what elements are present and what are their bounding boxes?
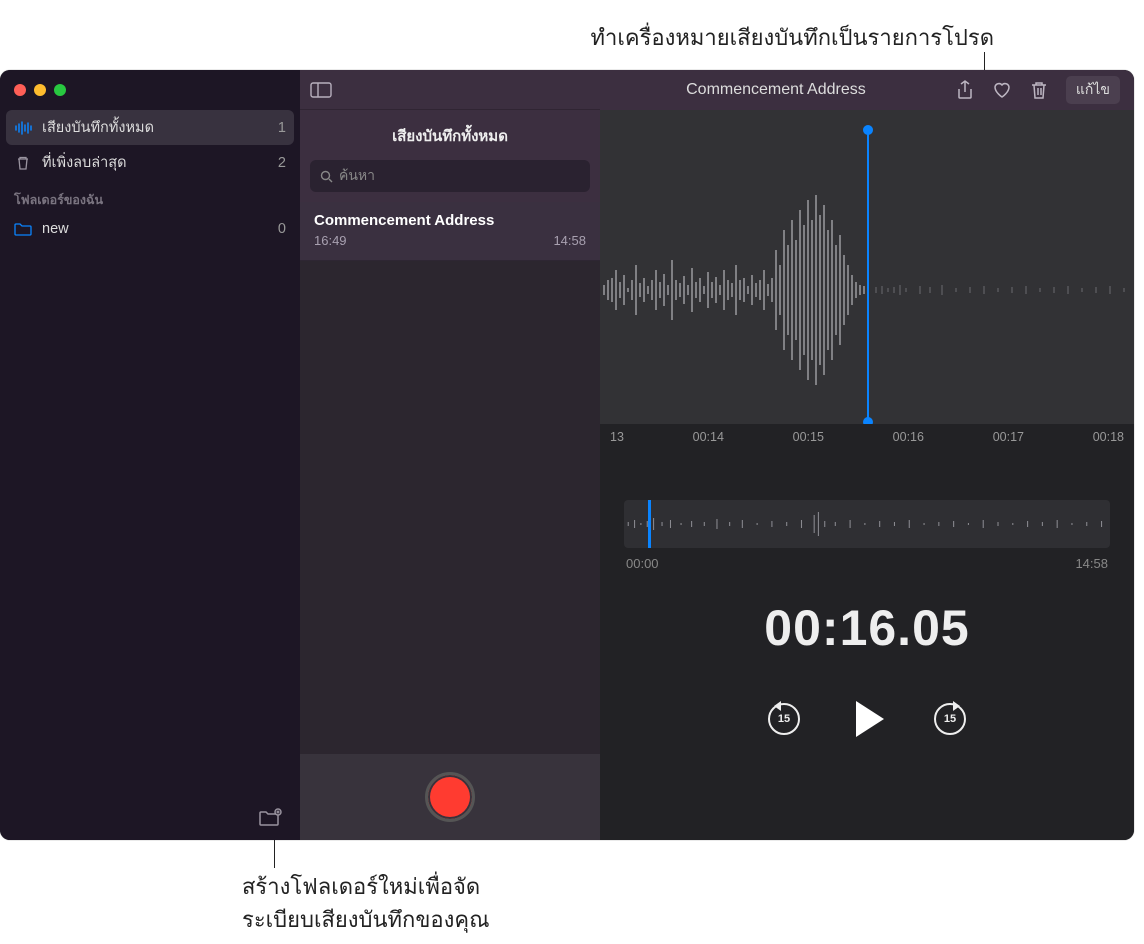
waveform-view[interactable]: 13 00:14 00:15 00:16 00:17 00:18 — [600, 110, 1134, 450]
time-ruler: 13 00:14 00:15 00:16 00:17 00:18 — [600, 424, 1134, 450]
sidebar-item-label: new — [42, 221, 69, 237]
sidebar-item-label: ที่เพิ่งลบล่าสุด — [42, 151, 127, 174]
search-input[interactable]: ค้นหา — [310, 160, 590, 192]
search-icon — [320, 170, 333, 183]
overview-start-time: 00:00 — [626, 556, 659, 571]
close-button[interactable] — [14, 84, 26, 96]
callout-text-line: ระเบียบเสียงบันทึกของคุณ — [242, 903, 490, 936]
current-time-display: 00:16.05 — [600, 599, 1134, 657]
edit-button[interactable]: แก้ไข — [1066, 76, 1120, 104]
ruler-tick: 00:17 — [993, 430, 1024, 444]
window-controls — [0, 70, 300, 106]
callout-new-folder: สร้างโฟลเดอร์ใหม่เพื่อจัด ระเบียบเสียงบั… — [242, 870, 490, 936]
ruler-tick: 13 — [610, 430, 624, 444]
ruler-tick: 00:18 — [1093, 430, 1124, 444]
minimize-button[interactable] — [34, 84, 46, 96]
sidebar-item-recently-deleted[interactable]: ที่เพิ่งลบล่าสุด 2 — [0, 145, 300, 180]
callout-text-line: สร้างโฟลเดอร์ใหม่เพื่อจัด — [242, 870, 490, 903]
recordings-list-pane: เสียงบันทึกทั้งหมด ค้นหา Commencement Ad… — [300, 70, 600, 840]
sidebar-toggle-button[interactable] — [310, 82, 332, 98]
favorite-button[interactable] — [992, 81, 1012, 99]
list-header: เสียงบันทึกทั้งหมด — [300, 110, 600, 160]
zoom-button[interactable] — [54, 84, 66, 96]
recording-timestamp: 16:49 — [314, 233, 347, 248]
overview-end-time: 14:58 — [1075, 556, 1108, 571]
sidebar: เสียงบันทึกทั้งหมด 1 ที่เพิ่งลบล่าสุด 2 … — [0, 70, 300, 840]
ruler-tick: 00:16 — [893, 430, 924, 444]
sidebar-item-count: 2 — [278, 155, 286, 171]
ruler-tick: 00:14 — [693, 430, 724, 444]
skip-back-button[interactable]: 15 — [768, 703, 800, 735]
search-placeholder: ค้นหา — [339, 165, 375, 187]
app-window: เสียงบันทึกทั้งหมด 1 ที่เพิ่งลบล่าสุด 2 … — [0, 70, 1134, 840]
share-button[interactable] — [956, 80, 974, 100]
recording-title: Commencement Address — [314, 212, 586, 229]
record-bar — [300, 754, 600, 840]
ruler-tick: 00:15 — [793, 430, 824, 444]
skip-forward-icon: 15 — [934, 703, 966, 735]
new-folder-button[interactable] — [258, 808, 282, 828]
playback-controls: 15 15 — [600, 701, 1134, 737]
trash-icon — [14, 154, 32, 172]
play-button[interactable] — [850, 701, 884, 737]
callout-favorite: ทำเครื่องหมายเสียงบันทึกเป็นรายการโปรด — [591, 20, 994, 55]
editor-pane: Commencement Address แก้ไข — [600, 70, 1134, 840]
skip-back-icon: 15 — [768, 703, 800, 735]
skip-forward-button[interactable]: 15 — [934, 703, 966, 735]
overview-playhead[interactable] — [648, 500, 651, 548]
sidebar-section-header: โฟลเดอร์ของฉัน — [0, 180, 300, 214]
delete-button[interactable] — [1030, 80, 1048, 100]
recording-title-toolbar: Commencement Address — [614, 81, 938, 99]
waveform-icon — [14, 119, 32, 137]
search-wrap: ค้นหา — [300, 160, 600, 202]
mini-waveform-graphic — [624, 500, 1110, 548]
sidebar-folder-item[interactable]: new 0 — [0, 214, 300, 244]
sidebar-list: เสียงบันทึกทั้งหมด 1 ที่เพิ่งลบล่าสุด 2 … — [0, 106, 300, 244]
sidebar-item-count: 1 — [278, 120, 286, 136]
recording-list-item[interactable]: Commencement Address 16:49 14:58 — [300, 202, 600, 261]
play-icon — [856, 701, 884, 737]
record-button[interactable] — [425, 772, 475, 822]
sidebar-item-label: เสียงบันทึกทั้งหมด — [42, 116, 154, 139]
sidebar-item-all-recordings[interactable]: เสียงบันทึกทั้งหมด 1 — [6, 110, 294, 145]
recording-meta: 16:49 14:58 — [314, 233, 586, 248]
overview-time-labels: 00:00 14:58 — [600, 556, 1134, 571]
overview-waveform[interactable] — [624, 500, 1110, 548]
editor-toolbar: Commencement Address แก้ไข — [600, 70, 1134, 110]
middle-toolbar — [300, 70, 600, 110]
sidebar-item-count: 0 — [278, 221, 286, 237]
folder-icon — [14, 220, 32, 238]
playhead[interactable] — [867, 130, 869, 422]
recording-duration: 14:58 — [553, 233, 586, 248]
